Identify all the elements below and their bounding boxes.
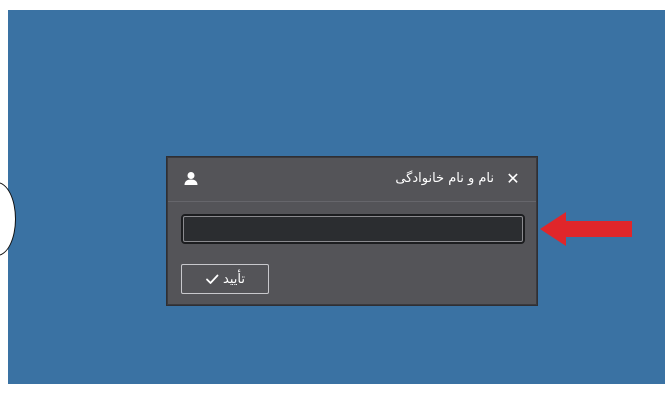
check-icon	[206, 274, 219, 284]
dialog-title: نام و نام خانوادگی	[395, 171, 494, 186]
confirm-button-label: تأیید	[223, 271, 245, 287]
name-dialog: ✕ نام و نام خانوادگی تأیید	[167, 157, 537, 305]
confirm-button[interactable]: تأیید	[181, 264, 269, 294]
user-icon	[184, 172, 198, 185]
red-arrow-icon	[540, 212, 632, 246]
dialog-header: ✕ نام و نام خانوادگی	[168, 158, 536, 202]
circle-annotation	[0, 182, 16, 256]
full-name-input[interactable]	[181, 214, 525, 244]
close-icon[interactable]: ✕	[504, 170, 522, 188]
